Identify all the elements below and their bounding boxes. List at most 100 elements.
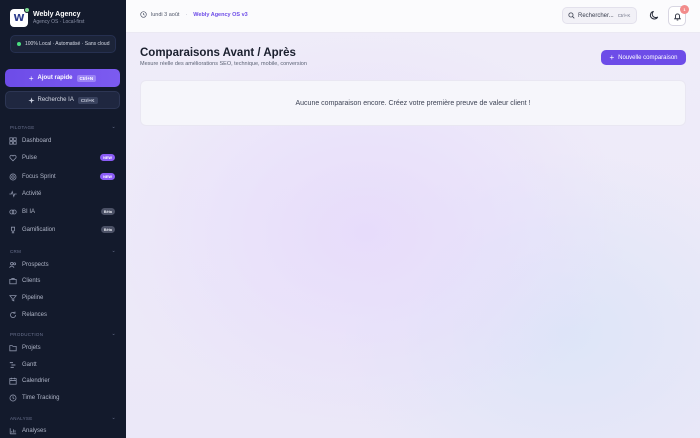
bell-icon — [673, 12, 681, 21]
page-subtitle: Mesure réelle des améliorations SEO, tec… — [140, 61, 307, 67]
sidebar-item-analyses[interactable]: Analyses — [9, 425, 117, 437]
sidebar-item-calendrier[interactable]: Calendrier — [9, 375, 117, 387]
section-pilotage[interactable]: PILOTAGE ⌄ — [10, 124, 116, 130]
sidebar-item-label: BI IA — [22, 209, 36, 215]
dashboard-icon — [9, 137, 17, 145]
chevron-down-icon: ⌄ — [111, 248, 116, 254]
sidebar-item-label: Projets — [22, 345, 41, 351]
sidebar: W Webly Agency Agency OS · Local-first 1… — [0, 0, 126, 438]
logo: W — [10, 7, 30, 27]
search-icon — [568, 12, 575, 19]
briefcase-icon — [9, 277, 17, 285]
logo-letter: W — [13, 12, 25, 24]
sidebar-item-label: Time Tracking — [22, 395, 60, 401]
chevron-down-icon: ⌄ — [111, 124, 116, 130]
pipeline-icon — [9, 294, 17, 302]
top-header: lundi 3 août · Webly Agency OS v3 Recher… — [126, 0, 700, 33]
users-icon — [9, 261, 17, 269]
new-badge: NEW — [100, 173, 115, 180]
trophy-icon — [9, 226, 17, 234]
app-version: Webly Agency OS v3 — [193, 11, 248, 18]
moon-icon[interactable] — [649, 10, 660, 21]
section-crm[interactable]: CRM ⌄ — [10, 248, 116, 254]
search-label: Rechercher... — [578, 12, 614, 19]
sidebar-item-label: Prospects — [22, 262, 49, 268]
plus-icon: + — [28, 73, 34, 83]
sidebar-item-label: Dashboard — [22, 138, 52, 144]
local-status-pill: 100% Local · Automatisé · Sans cloud — [10, 35, 116, 53]
new-comparison-label: Nouvelle comparaison — [618, 54, 678, 61]
calendar-icon — [9, 377, 17, 385]
local-status-text: 100% Local · Automatisé · Sans cloud — [25, 41, 110, 47]
sidebar-item-label: Relances — [22, 312, 48, 318]
sidebar-item-clients[interactable]: Clients — [9, 275, 117, 287]
quick-add-button[interactable]: + Ajout rapide Ctrl+N — [5, 69, 120, 87]
brand[interactable]: W Webly Agency Agency OS · Local-first — [10, 7, 85, 27]
ai-search-button[interactable]: Recherche IA Ctrl+K — [5, 91, 120, 109]
ai-search-shortcut: Ctrl+K — [77, 96, 98, 104]
sidebar-item-label: Focus Sprint — [22, 174, 56, 180]
sidebar-item-label: Gantt — [22, 362, 37, 368]
new-badge: NEW — [100, 154, 115, 161]
beta-badge: Bêta — [100, 208, 115, 215]
status-dot — [17, 42, 21, 46]
section-label: PRODUCTION — [10, 331, 44, 337]
beta-badge: Bêta — [100, 226, 115, 233]
online-dot — [24, 7, 30, 13]
section-label: PILOTAGE — [10, 124, 35, 130]
clock-icon — [9, 394, 17, 402]
brand-name: Webly Agency — [33, 11, 81, 18]
section-analyse[interactable]: ANALYSE ⌄ — [10, 415, 116, 421]
separator: · — [185, 11, 188, 18]
empty-state-card: Aucune comparaison encore. Créez votre p… — [140, 80, 686, 126]
gantt-icon — [9, 361, 17, 369]
quick-add-shortcut: Ctrl+N — [76, 74, 97, 82]
new-comparison-button[interactable]: + Nouvelle comparaison — [601, 50, 686, 65]
sidebar-item-label: Clients — [22, 278, 41, 284]
sidebar-item-focus-sprint[interactable]: Focus Sprint NEW — [9, 171, 117, 183]
sidebar-item-prospects[interactable]: Prospects — [9, 259, 117, 271]
sidebar-item-label: Analyses — [22, 428, 47, 434]
refresh-icon — [9, 311, 17, 319]
sidebar-item-bi-ia[interactable]: BI IA Bêta — [9, 206, 117, 218]
page-title: Comparaisons Avant / Après — [140, 47, 296, 59]
sidebar-item-relances[interactable]: Relances — [9, 309, 117, 321]
sparkle-icon — [27, 96, 35, 104]
chevron-down-icon: ⌄ — [111, 415, 116, 421]
main-content: Comparaisons Avant / Après Mesure réelle… — [126, 33, 700, 438]
search-shortcut: Ctrl+K — [617, 13, 631, 18]
section-label: CRM — [10, 248, 22, 254]
ai-search-label: Recherche IA — [37, 97, 74, 103]
notifications-button[interactable]: 1 — [668, 5, 689, 26]
sidebar-item-projets[interactable]: Projets — [9, 342, 117, 354]
section-production[interactable]: PRODUCTION ⌄ — [10, 331, 116, 337]
quick-add-label: Ajout rapide — [37, 75, 73, 81]
activity-icon — [9, 190, 17, 198]
pulse-icon — [9, 154, 17, 162]
brain-icon — [9, 208, 17, 216]
sidebar-item-pipeline[interactable]: Pipeline — [9, 292, 117, 304]
sidebar-item-time-tracking[interactable]: Time Tracking — [9, 392, 117, 404]
brand-subtitle: Agency OS · Local-first — [33, 19, 85, 25]
section-label: ANALYSE — [10, 415, 33, 421]
sidebar-item-label: Activité — [22, 191, 42, 197]
sidebar-item-activite[interactable]: Activité — [9, 188, 117, 200]
clock-icon — [140, 11, 147, 18]
chart-icon — [9, 427, 17, 435]
sidebar-item-gamification[interactable]: Gamification Bêta — [9, 224, 117, 236]
target-icon — [9, 173, 17, 181]
sidebar-item-pulse[interactable]: Pulse NEW — [9, 152, 117, 164]
notification-count-badge: 1 — [680, 5, 689, 14]
empty-state-text: Aucune comparaison encore. Créez votre p… — [295, 99, 531, 107]
sidebar-item-label: Pulse — [22, 155, 38, 161]
sidebar-item-label: Calendrier — [22, 378, 50, 384]
sidebar-item-dashboard[interactable]: Dashboard — [9, 135, 117, 147]
global-search-button[interactable]: Rechercher... Ctrl+K — [562, 7, 637, 24]
sidebar-item-label: Gamification — [22, 227, 56, 233]
plus-icon: + — [609, 53, 615, 62]
sidebar-item-label: Pipeline — [22, 295, 44, 301]
header-info: lundi 3 août · Webly Agency OS v3 — [140, 11, 248, 18]
sidebar-item-gantt[interactable]: Gantt — [9, 359, 117, 371]
current-date: lundi 3 août — [151, 11, 180, 18]
chevron-down-icon: ⌄ — [111, 331, 116, 337]
